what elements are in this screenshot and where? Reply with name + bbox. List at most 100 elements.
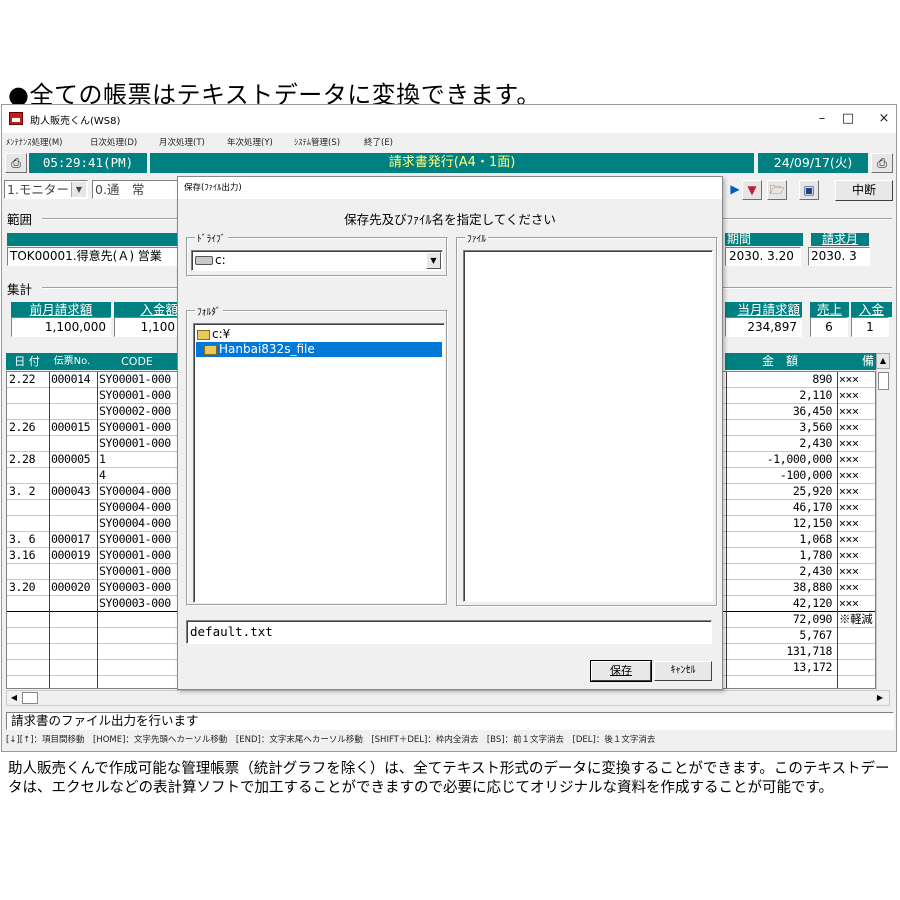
table-cell-note: ×××	[839, 468, 859, 482]
printer-icon-right[interactable]: ⎙	[871, 153, 893, 173]
period-field[interactable]: 2030. 3.20	[725, 247, 801, 266]
table-cell-amount: 25,920	[792, 484, 833, 498]
table-cell-date	[9, 404, 47, 419]
monitor-select[interactable]: 1.モニター ▼	[4, 180, 88, 199]
dialog-title: 保存(ﾌｧｲﾙ出力)	[178, 177, 722, 199]
save-dialog: 保存(ﾌｧｲﾙ出力) 保存先及びﾌｧｲﾙ名を指定してください ﾄﾞﾗｲﾌﾞ c:…	[177, 176, 723, 690]
cancel-button[interactable]: ｷｬﾝｾﾙ	[654, 661, 712, 681]
table-cell-code: SY00003-000	[99, 596, 171, 610]
summary-group-label: 集計	[5, 279, 35, 298]
table-cell-code: SY00004-000	[99, 516, 171, 530]
window-icon[interactable]: ▣	[799, 180, 819, 200]
deposit-count-value: 1	[851, 317, 889, 337]
folder-list[interactable]: c:¥ Hanbai832s_file	[193, 323, 445, 603]
scroll-right-icon[interactable]: ▶	[873, 691, 887, 705]
folder-item-root[interactable]: c:¥	[197, 327, 230, 342]
menu-daily[interactable]: 日次処理(D)	[90, 136, 137, 148]
mode-select[interactable]: 0.通 常	[92, 180, 178, 199]
menu-maintenance[interactable]: ﾒﾝﾃﾅﾝｽ処理(M)	[6, 136, 62, 148]
folder-open-icon	[204, 344, 217, 355]
folder-label: ﾌｫﾙﾀﾞ	[195, 304, 223, 318]
menu-monthly[interactable]: 月次処理(T)	[159, 136, 205, 148]
table-cell-amount: 2,430	[799, 564, 832, 578]
sales-count-value: 6	[810, 317, 848, 337]
table-cell-amount: 38,880	[792, 580, 833, 594]
drive-select[interactable]: c: ▼	[191, 250, 443, 271]
table-cell-amount: 46,170	[792, 500, 833, 514]
deposit-value: 1,100	[114, 317, 178, 337]
table-cell-slip: 000015	[51, 420, 91, 434]
close-button[interactable]: ×	[864, 109, 896, 129]
table-cell-code: SY00001-000	[99, 388, 171, 402]
table-cell-note: ×××	[839, 420, 859, 434]
table-cell-code: SY00004-000	[99, 484, 171, 498]
clock-display: 05:29:41(PM)	[29, 153, 147, 173]
table-cell-amount: 1,068	[799, 532, 832, 546]
table-cell-date	[9, 596, 47, 611]
h-scroll-thumb[interactable]	[22, 692, 38, 704]
menu-yearly[interactable]: 年次処理(Y)	[227, 136, 273, 148]
menu-system[interactable]: ｼｽﾃﾑ管理(S)	[294, 136, 340, 148]
table-cell-note	[839, 628, 875, 643]
table-cell-slip	[51, 516, 95, 531]
table-cell-note: ×××	[839, 532, 859, 546]
date-display: 24/09/17(火)	[758, 153, 868, 173]
scroll-left-icon[interactable]: ◀	[7, 691, 21, 705]
table-cell-amount: 2,430	[799, 436, 832, 450]
table-cell-note: ×××	[839, 596, 859, 610]
table-cell-date	[9, 436, 47, 451]
scroll-up-icon[interactable]: ▲	[876, 353, 890, 369]
table-cell-note: ×××	[839, 404, 859, 418]
filename-input[interactable]: default.txt	[186, 620, 712, 644]
scroll-thumb[interactable]	[878, 372, 889, 390]
table-cell-code	[99, 628, 177, 643]
table-cell-note: ×××	[839, 548, 859, 562]
table-cell-date: 3. 2	[9, 484, 36, 498]
table-cell-date	[9, 388, 47, 403]
table-cell-code: SY00001-000	[99, 420, 171, 434]
table-cell-amount: 12,150	[792, 516, 833, 530]
maximize-button[interactable]: □	[828, 109, 868, 129]
table-cell-code	[99, 644, 177, 659]
table-cell-note: ×××	[839, 516, 859, 530]
table-cell-code: SY00001-000	[99, 564, 171, 578]
app-title: 助人販売くん(WS8)	[30, 116, 121, 127]
horizontal-scrollbar[interactable]: ◀ ▶	[6, 690, 890, 706]
current-billing-value: 234,897	[725, 317, 802, 337]
file-list[interactable]	[463, 250, 713, 602]
table-cell-date	[9, 644, 47, 659]
table-cell-date	[9, 660, 47, 675]
table-cell-amount: -100,000	[779, 468, 833, 482]
printer-icon[interactable]: ⎙	[5, 153, 27, 173]
folder-group: ﾌｫﾙﾀﾞ c:¥ Hanbai832s_file	[186, 304, 448, 606]
table-cell-slip: 000043	[51, 484, 91, 498]
table-cell-code: SY00001-000	[99, 532, 171, 546]
customer-field[interactable]: TOK00001.得意先(Ａ) 営業	[7, 247, 179, 266]
menu-bar: ﾒﾝﾃﾅﾝｽ処理(M) 日次処理(D) 月次処理(T) 年次処理(Y) ｼｽﾃﾑ…	[2, 133, 896, 149]
folder-item-selected[interactable]: Hanbai832s_file	[196, 342, 442, 357]
table-cell-code: SY00003-000	[99, 580, 171, 594]
chevron-down-icon: ▼	[71, 182, 86, 197]
table-cell-date	[9, 468, 47, 483]
billing-month-label: 請求月	[811, 233, 869, 246]
billing-month-field[interactable]: 2030. 3	[808, 247, 870, 266]
abort-button[interactable]: 中断	[835, 180, 893, 201]
table-cell-amount: 42,120	[792, 596, 833, 610]
table-cell-date	[9, 612, 47, 627]
down-arrow-icon[interactable]: ▼	[742, 180, 762, 200]
folder-open-icon[interactable]: 🗁	[767, 180, 787, 200]
table-cell-date: 2.26	[9, 420, 36, 434]
table-cell-slip	[51, 436, 95, 451]
column-divider	[97, 372, 98, 688]
vertical-scrollbar[interactable]	[876, 370, 890, 690]
table-cell-amount: 131,718	[786, 644, 832, 658]
screen-title: 請求書発行(A4・1面)	[150, 153, 754, 173]
key-help: [↓][↑]：項目間移動 [HOME]：文字先頭へカーソル移動 [END]：文字…	[6, 735, 656, 745]
chevron-down-icon[interactable]: ▼	[426, 252, 441, 269]
save-button[interactable]: 保存	[590, 660, 652, 682]
table-cell-date: 3. 6	[9, 532, 36, 546]
menu-exit[interactable]: 終了(E)	[364, 136, 393, 148]
current-billing-label: 当月請求額	[725, 302, 802, 317]
table-cell-slip	[51, 388, 95, 403]
column-divider	[726, 372, 727, 688]
